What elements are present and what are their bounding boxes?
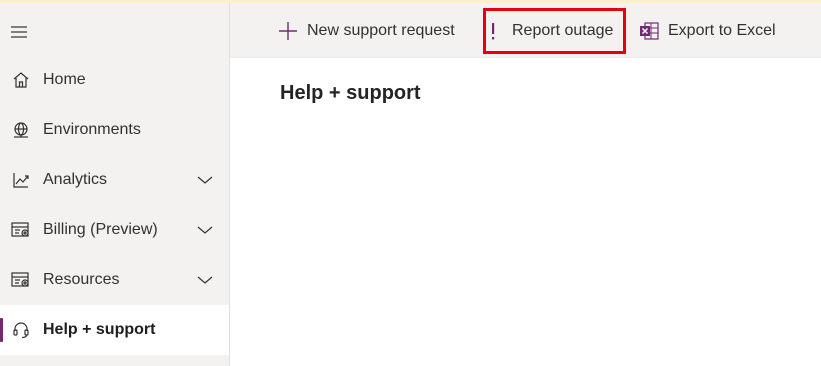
new-support-request-label: New support request [307,21,455,39]
headset-icon [11,320,31,340]
plus-icon [277,20,299,42]
analytics-icon [11,170,31,190]
selected-indicator [0,318,3,342]
sidebar-item-label: Help + support [43,321,156,338]
export-to-excel-label: Export to Excel [668,21,776,39]
sidebar-item-label: Environments [43,121,141,138]
resources-icon [11,270,31,290]
hamburger-menu-icon[interactable] [8,21,30,43]
report-outage-label: Report outage [512,21,614,39]
sidebar-item-billing[interactable]: Billing (Preview) [0,205,229,255]
chevron-down-icon[interactable] [196,271,214,289]
exclamation-icon [482,20,504,42]
sidebar-item-label: Billing (Preview) [43,221,158,238]
excel-icon [638,20,660,42]
home-icon [11,70,31,90]
billing-icon [11,220,31,240]
page-title: Help + support [280,82,421,104]
sidebar-item-label: Analytics [43,171,108,188]
sidebar-item-resources[interactable]: Resources [0,255,229,305]
new-support-request-button[interactable]: New support request [277,3,455,58]
chevron-down-icon[interactable] [196,171,214,189]
sidebar-item-label: Home [43,71,86,88]
sidebar-item-environments[interactable]: Environments [0,105,229,155]
sidebar-item-analytics[interactable]: Analytics [0,155,229,205]
command-bar: New support request Report outage Export… [230,3,821,58]
globe-icon [11,120,31,140]
sidebar-item-help-support[interactable]: Help + support [0,305,229,355]
report-outage-button[interactable]: Report outage [482,3,613,58]
sidebar-item-label: Resources [43,271,120,288]
chevron-down-icon[interactable] [196,221,214,239]
sidebar-item-home[interactable]: Home [0,55,229,105]
export-to-excel-button[interactable]: Export to Excel [638,3,776,58]
sidebar: Home Environments Analytics Billing (Pre… [0,3,230,366]
